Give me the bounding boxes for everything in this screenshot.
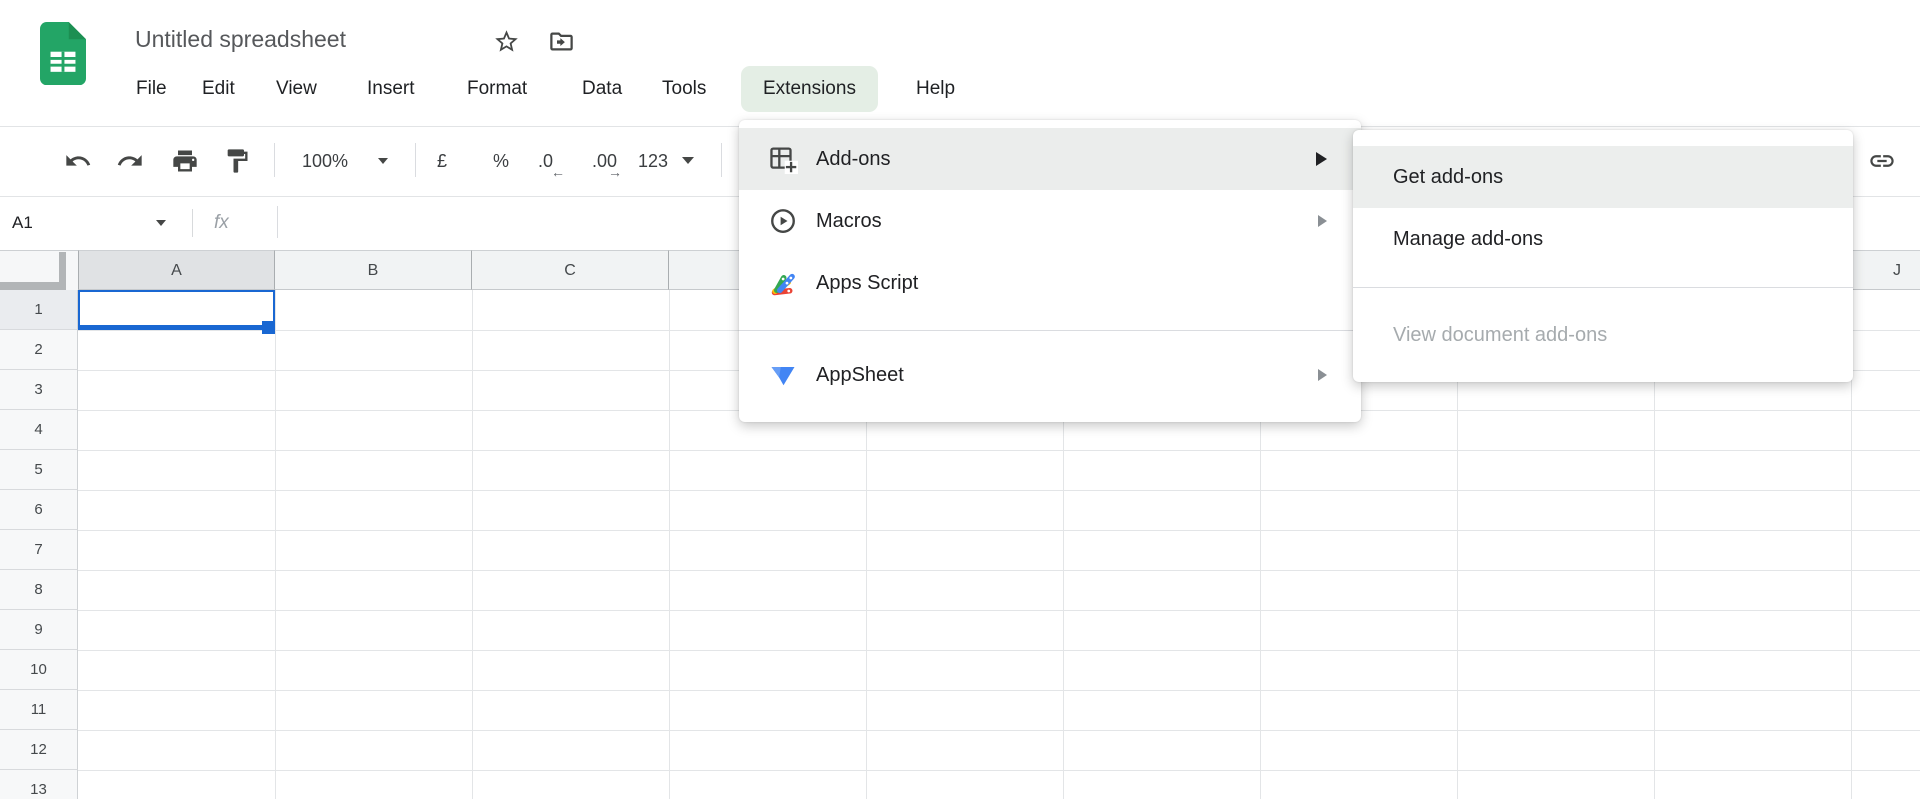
menubar-item-extensions[interactable]: Extensions [741,66,878,112]
menu-divider [739,330,1361,331]
menu-item-label: Macros [816,210,1318,233]
increase-decimal-arrow-icon: → [608,163,622,181]
menu-item-macros[interactable]: Macros [739,190,1361,252]
toolbar-divider [415,143,416,177]
row-header-7[interactable]: 7 [0,530,78,570]
row-header-2[interactable]: 2 [0,330,78,370]
row-header-10[interactable]: 10 [0,650,78,690]
zoom-select[interactable]: 100% [302,126,348,196]
menubar-item-tools[interactable]: Tools [647,66,721,112]
grid-column-line [472,290,473,799]
column-header-a[interactable]: A [78,250,275,290]
document-title[interactable]: Untitled spreadsheet [135,26,346,53]
grid-row-line [78,690,1920,691]
appsheet-icon [766,358,800,392]
link-icon[interactable] [1868,147,1896,175]
addons-icon [766,142,800,176]
row-header-5[interactable]: 5 [0,450,78,490]
number-format-button[interactable]: 123 [638,126,668,196]
menu-item-add-ons[interactable]: Add-ons [739,128,1361,190]
row-header-13[interactable]: 13 [0,770,78,799]
row-header-3[interactable]: 3 [0,370,78,410]
menu-item-manage-add-ons[interactable]: Manage add-ons [1353,208,1853,270]
submenu-arrow-icon [1318,369,1327,381]
grid-row-line [78,650,1920,651]
paint-format-icon[interactable] [223,147,251,175]
grid-row-line [78,530,1920,531]
row-header-12[interactable]: 12 [0,730,78,770]
menu-item-label: AppSheet [816,364,1318,387]
grid-row-line [78,610,1920,611]
formula-bar-divider [192,209,193,237]
row-header-9[interactable]: 9 [0,610,78,650]
row-header-11[interactable]: 11 [0,690,78,730]
grid-row-line [78,450,1920,451]
fill-handle[interactable] [262,321,275,334]
extensions-menu: Add-ons Macros Apps Script AppSheet [739,120,1361,422]
row-header-6[interactable]: 6 [0,490,78,530]
menu-item-apps-script[interactable]: Apps Script [739,252,1361,314]
row-header-4[interactable]: 4 [0,410,78,450]
redo-icon[interactable] [116,147,144,175]
toolbar-divider [274,143,275,177]
increase-decimal-button[interactable]: .00 [592,126,617,196]
column-header-j[interactable]: J [1851,250,1920,290]
percent-format-button[interactable]: % [493,126,509,196]
number-format-caret-icon[interactable] [682,157,694,164]
menu-divider [1353,287,1853,288]
selected-cell-outline[interactable] [78,290,275,330]
apps-script-icon [766,266,800,300]
menubar-item-edit[interactable]: Edit [187,66,250,112]
grid-row-line [78,490,1920,491]
sheets-logo-icon[interactable] [40,22,86,86]
decrease-decimal-arrow-icon: ← [551,163,565,181]
macros-play-icon [766,204,800,238]
addons-submenu: Get add-onsManage add-ons View document a… [1353,130,1853,382]
menubar-item-data[interactable]: Data [567,66,637,112]
menubar-item-format[interactable]: Format [452,66,542,112]
menubar-item-file[interactable]: File [121,66,182,112]
name-box[interactable]: A1 [12,196,33,250]
decrease-decimal-button[interactable]: .0 [538,126,553,196]
google-sheets-window: Untitled spreadsheet FileEditView Insert F… [0,0,1920,799]
print-icon[interactable] [171,147,199,175]
menubar-item-insert[interactable]: Insert [352,66,430,112]
grid-row-line [78,730,1920,731]
currency-format-button[interactable]: £ [437,126,447,196]
column-header-c[interactable]: C [472,250,669,290]
star-icon[interactable] [493,28,520,55]
menu-item-appsheet[interactable]: AppSheet [739,344,1361,406]
move-folder-icon[interactable] [548,28,575,55]
menu-item-label: Add-ons [816,148,1316,171]
grid-column-line [275,290,276,799]
grid-column-line [669,290,670,799]
formula-input-cursor[interactable] [277,206,278,238]
row-header-8[interactable]: 8 [0,570,78,610]
fx-label: fx [214,196,229,250]
grid-row-line [78,770,1920,771]
menubar-item-view[interactable]: View [261,66,332,112]
column-header-b[interactable]: B [275,250,472,290]
submenu-arrow-icon [1316,152,1327,166]
menubar-item-help[interactable]: Help [901,66,970,112]
name-box-caret-icon[interactable] [156,220,166,226]
menu-item-label: Apps Script [816,272,1327,295]
menu-item-get-add-ons[interactable]: Get add-ons [1353,146,1853,208]
row-header-1[interactable]: 1 [0,290,78,330]
grid-row-line [78,570,1920,571]
undo-icon[interactable] [64,147,92,175]
submenu-arrow-icon [1318,215,1327,227]
toolbar-divider [721,143,722,177]
zoom-caret-icon[interactable] [378,158,388,164]
menu-item-view-document-add-ons[interactable]: View document add-ons [1353,304,1853,366]
corner-edge [0,282,66,290]
